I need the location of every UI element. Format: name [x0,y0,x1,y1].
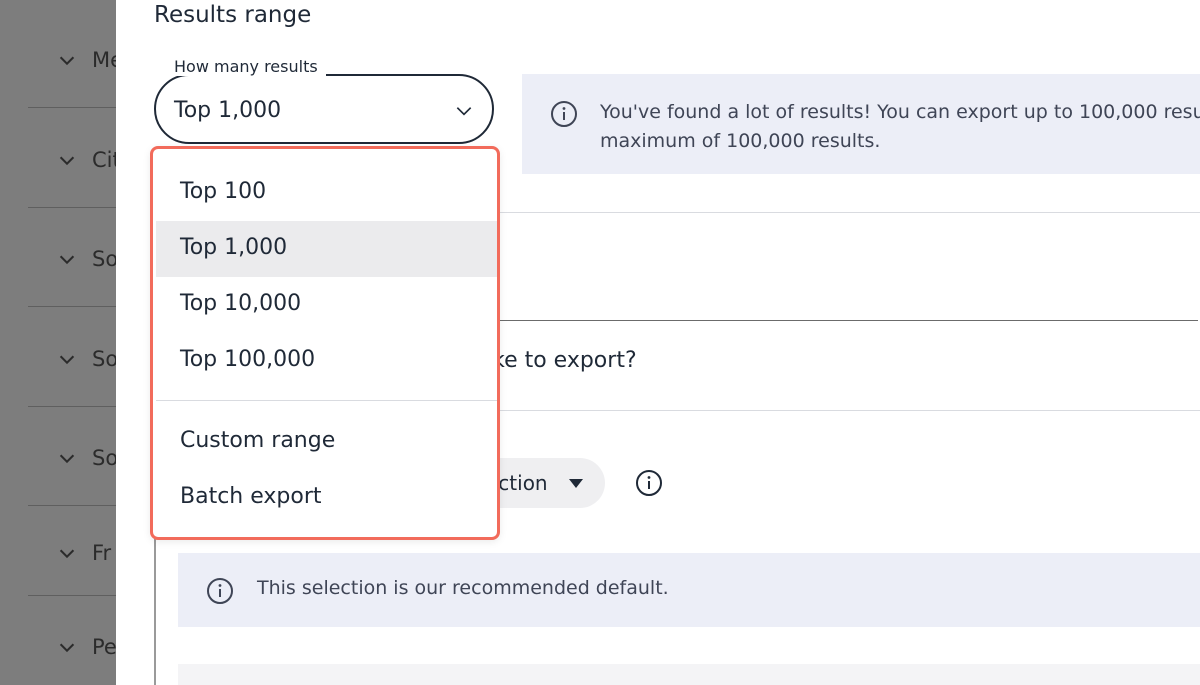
menu-item-batch-export[interactable]: Batch export [156,470,497,526]
sidebar-item[interactable]: Fr [28,503,116,602]
menu-item-label: Top 1,000 [180,235,288,260]
chevron-down-icon [59,549,75,558]
menu-divider [156,400,497,401]
menu-item-label: Custom range [180,428,336,453]
default-note-text: This selection is our recommended defaul… [257,577,669,599]
default-note-banner: This selection is our recommended defaul… [178,553,1200,627]
select-legend: How many results [166,57,326,76]
caret-down-icon [569,479,583,488]
divider [28,207,116,208]
divider [28,595,116,596]
sidebar-item-label: So [92,346,116,371]
menu-item-label: Batch export [180,484,322,509]
menu-item-top-1000[interactable]: Top 1,000 [156,221,497,277]
divider [28,406,116,407]
chevron-down-icon [59,255,75,264]
sidebar-item[interactable]: So [28,408,116,507]
results-count-menu: Top 100 Top 1,000 Top 10,000 Top 100,000… [150,146,500,540]
sidebar-item[interactable]: So [28,309,116,408]
chevron-down-icon [59,355,75,364]
sidebar: Me Cit So So So Fr Pe [0,0,116,685]
export-question: ike to export? [486,348,637,373]
sidebar-item[interactable]: So [28,209,116,308]
info-banner: You've found a lot of results! You can e… [522,74,1200,174]
sidebar-item-label: Fr [92,540,112,565]
divider [28,306,116,307]
chevron-down-icon [456,107,472,116]
sidebar-item[interactable]: Me [28,10,116,109]
menu-item-label: Top 100 [180,179,267,204]
divider [496,410,1200,411]
sidebar-item[interactable]: Pe [28,597,116,685]
sidebar-item-label: So [92,246,116,271]
info-icon [207,578,233,604]
menu-item-custom-range[interactable]: Custom range [156,414,497,470]
info-icon[interactable] [635,469,663,497]
menu-item-top-100000[interactable]: Top 100,000 [156,333,497,389]
sidebar-item-label: Pe [92,634,116,659]
select-value: Top 1,000 [174,98,282,123]
divider [496,212,1200,213]
sidebar-item[interactable]: Cit [28,110,116,209]
info-icon [551,101,577,127]
chevron-down-icon [59,56,75,65]
section-title: Results range [154,2,312,28]
menu-item-label: Top 10,000 [180,291,302,316]
content-block [178,664,1200,685]
menu-item-label: Top 100,000 [180,347,316,372]
menu-item-top-100[interactable]: Top 100 [156,165,497,221]
menu-item-top-10000[interactable]: Top 10,000 [156,277,497,333]
info-message: You've found a lot of results! You can e… [600,98,1200,156]
divider [496,320,1198,321]
info-message-line: You've found a lot of results! You can e… [600,101,1200,123]
chevron-down-icon [59,643,75,652]
info-message-line: maximum of 100,000 results. [600,130,881,152]
divider [28,107,116,108]
chevron-down-icon [59,156,75,165]
sidebar-item-label: Me [92,47,116,72]
sidebar-item-label: So [92,445,116,470]
chevron-down-icon [59,454,75,463]
results-count-select[interactable]: Top 1,000 [154,74,494,144]
sidebar-item-label: Cit [92,147,116,172]
